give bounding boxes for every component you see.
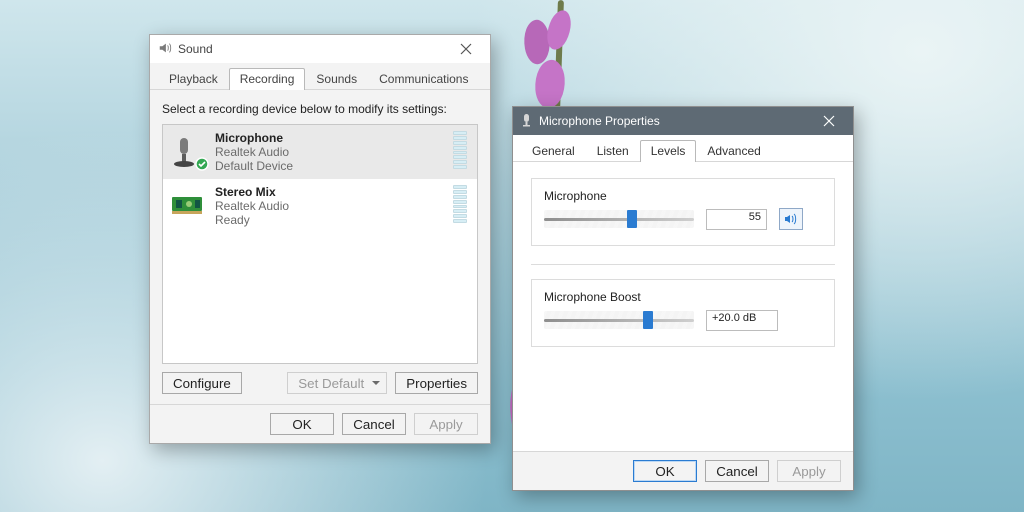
configure-button[interactable]: Configure — [162, 372, 242, 394]
set-default-button[interactable]: Set Default — [287, 372, 387, 394]
microphone-icon — [521, 113, 533, 130]
device-driver: Realtek Audio — [215, 199, 289, 213]
device-stereo-mix[interactable]: Stereo Mix Realtek Audio Ready — [163, 179, 477, 233]
device-list[interactable]: Microphone Realtek Audio Default Device — [162, 124, 478, 364]
mp-cancel-button[interactable]: Cancel — [705, 460, 769, 482]
mp-title: Microphone Properties — [539, 114, 660, 128]
properties-button[interactable]: Properties — [395, 372, 478, 394]
tab-general[interactable]: General — [521, 140, 586, 162]
mic-level-label: Microphone — [544, 189, 822, 203]
boost-label: Microphone Boost — [544, 290, 822, 304]
microphone-boost-group: Microphone Boost +20.0 dB — [531, 279, 835, 347]
tab-levels[interactable]: Levels — [640, 140, 697, 162]
device-name: Stereo Mix — [215, 185, 276, 199]
speaker-icon — [158, 41, 172, 58]
level-meter — [453, 131, 471, 169]
mic-level-value[interactable]: 55 — [706, 209, 767, 230]
mp-titlebar[interactable]: Microphone Properties — [513, 107, 853, 135]
device-status: Default Device — [215, 159, 293, 173]
boost-value[interactable]: +20.0 dB — [706, 310, 778, 331]
microphone-device-icon — [169, 131, 209, 171]
mp-tabs: General Listen Levels Advanced — [513, 135, 853, 162]
tab-playback[interactable]: Playback — [158, 68, 229, 90]
mic-level-slider[interactable] — [544, 207, 694, 231]
device-name: Microphone — [215, 131, 283, 145]
mic-properties-window: Microphone Properties General Listen Lev… — [512, 106, 854, 491]
tound-tab-communications[interactable]: Communications — [368, 68, 479, 90]
tab-listen[interactable]: Listen — [586, 140, 640, 162]
tab-sounds[interactable]: Sounds — [305, 68, 368, 90]
sound-apply-button[interactable]: Apply — [414, 413, 478, 435]
mp-close-button[interactable] — [813, 107, 845, 135]
mic-mute-button[interactable] — [779, 208, 803, 230]
device-status: Ready — [215, 213, 250, 227]
sound-cancel-button[interactable]: Cancel — [342, 413, 406, 435]
sound-window: Sound Playback Recording Sounds Communic… — [149, 34, 491, 444]
mp-apply-button[interactable]: Apply — [777, 460, 841, 482]
tab-recording[interactable]: Recording — [229, 68, 306, 90]
soundcard-icon — [169, 185, 209, 225]
tab-advanced[interactable]: Advanced — [696, 140, 771, 162]
device-driver: Realtek Audio — [215, 145, 289, 159]
microphone-level-group: Microphone 55 — [531, 178, 835, 246]
device-microphone[interactable]: Microphone Realtek Audio Default Device — [163, 125, 477, 179]
speaker-icon — [784, 213, 798, 225]
separator — [531, 264, 835, 265]
sound-title: Sound — [178, 42, 213, 56]
sound-tabs: Playback Recording Sounds Communications — [150, 63, 490, 90]
sound-ok-button[interactable]: OK — [270, 413, 334, 435]
mp-ok-button[interactable]: OK — [633, 460, 697, 482]
sound-close-button[interactable] — [450, 35, 482, 63]
sound-titlebar[interactable]: Sound — [150, 35, 490, 63]
sound-instruction: Select a recording device below to modif… — [162, 102, 478, 116]
close-icon — [460, 43, 472, 55]
level-meter — [453, 185, 471, 223]
boost-slider[interactable] — [544, 308, 694, 332]
close-icon — [823, 115, 835, 127]
